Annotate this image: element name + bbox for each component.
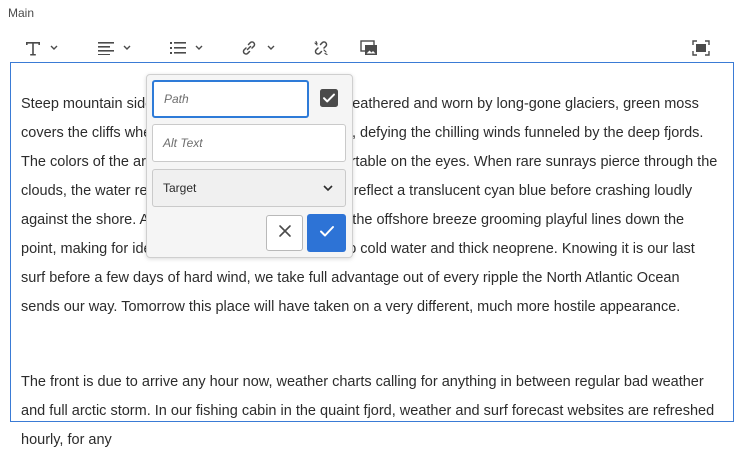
list-icon [170,41,186,55]
text-format-icon [25,40,41,56]
rich-text-toolbar [10,34,740,62]
chevron-down-icon [195,45,203,51]
target-select[interactable]: Target [152,169,346,207]
chevron-down-icon [323,181,333,195]
chevron-down-icon [50,45,58,51]
checkmark-icon [319,224,335,243]
link-icon [240,39,258,57]
image-icon [360,40,378,56]
link-button[interactable] [240,34,275,62]
editor-paragraph: The front is due to arrive any hour now,… [21,374,715,448]
list-button[interactable] [170,34,203,62]
target-select-label: Target [163,181,197,195]
editor-paragraph: Steep mountain sides rise from a distant… [21,96,718,315]
alt-text-field[interactable]: Alt Text [152,124,346,162]
close-icon [278,224,292,243]
image-button[interactable] [360,34,378,62]
section-label: Main [8,6,35,20]
alt-text-placeholder: Alt Text [163,136,203,150]
alignment-button[interactable] [98,34,131,62]
path-placeholder: Path [164,92,189,106]
path-browse-checkbox[interactable] [313,84,345,116]
chevron-down-icon [123,45,131,51]
apply-button[interactable] [307,214,346,252]
paragraph-format-button[interactable] [25,34,58,62]
checkbox-checked-icon [320,88,338,112]
path-field[interactable]: Path [152,80,309,118]
align-icon [98,41,114,55]
chevron-down-icon [267,45,275,51]
unlink-button[interactable] [312,34,330,62]
rich-text-editor[interactable]: Steep mountain sides rise from a distant… [10,62,734,448]
fullscreen-icon [692,40,710,56]
fullscreen-button[interactable] [692,34,710,62]
unlink-icon [312,39,330,57]
cancel-button[interactable] [266,215,303,251]
link-dialog: Path Alt Text Target [146,74,353,258]
